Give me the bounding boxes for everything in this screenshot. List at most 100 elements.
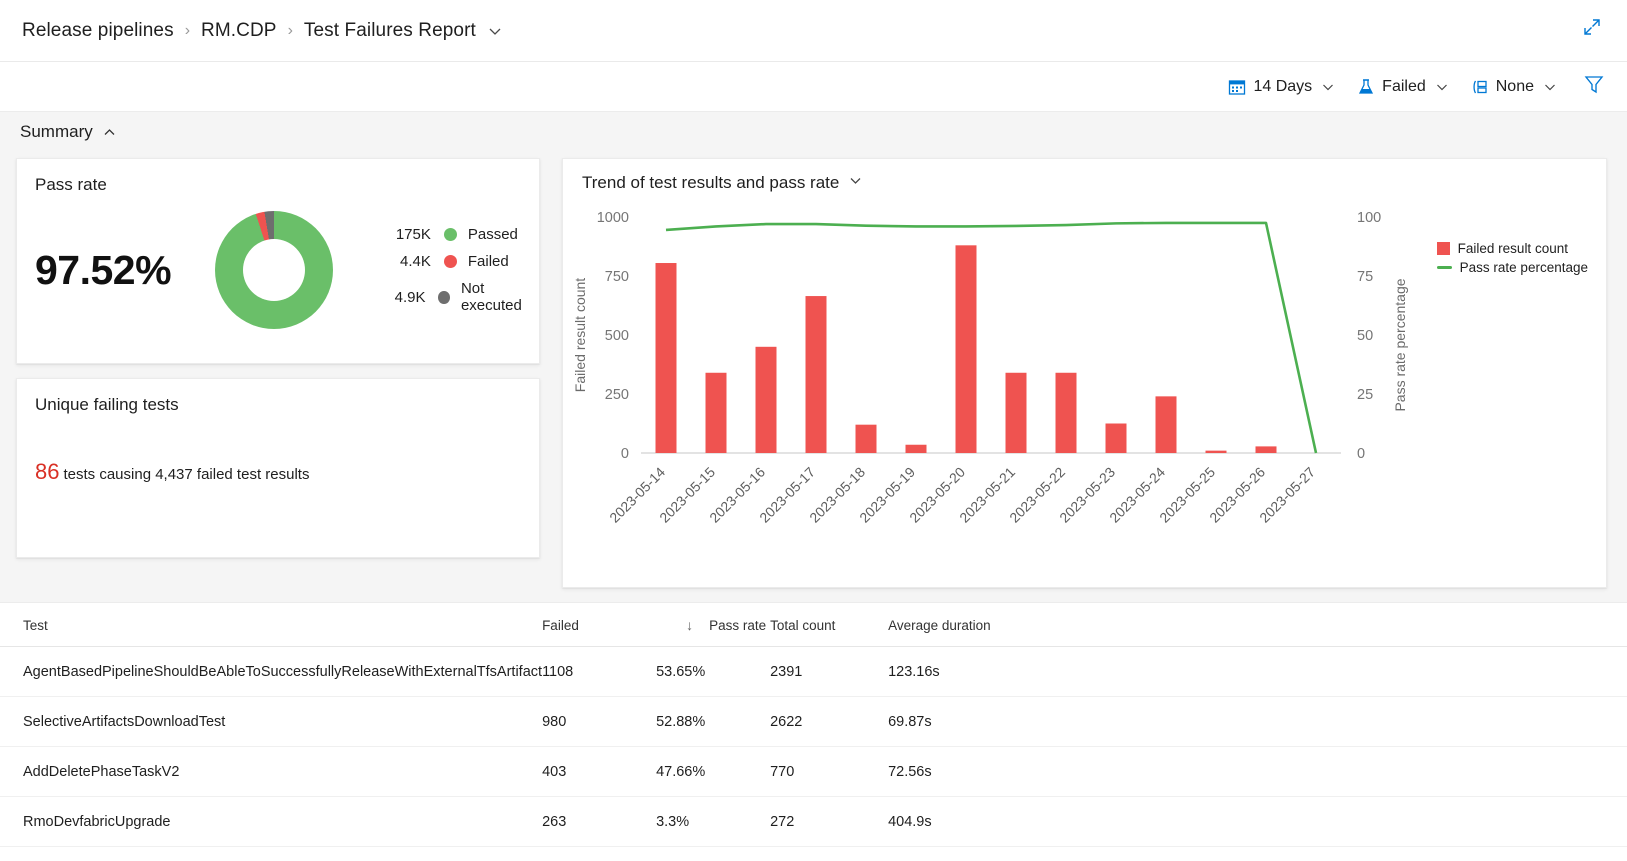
- chart-legend-swatch-line: [1437, 266, 1452, 269]
- table-row[interactable]: RmoDevfabricUpgrade2633.3%272404.9s: [0, 797, 1627, 847]
- calendar-icon: [1228, 78, 1246, 96]
- svg-text:0: 0: [1357, 446, 1365, 462]
- table-row[interactable]: SelectiveArtifactsDownloadTest98052.88%2…: [0, 697, 1627, 747]
- svg-text:Pass rate percentage: Pass rate percentage: [1392, 278, 1408, 411]
- column-header-test[interactable]: Test: [0, 603, 542, 647]
- legend-label-not-executed: Not executed: [461, 280, 539, 314]
- chart-legend-item-failed[interactable]: Failed result count: [1437, 241, 1588, 256]
- pass-rate-card: Pass rate 97.52% 175K Passed 4.4K Failed: [16, 158, 540, 364]
- summary-label: Summary: [20, 122, 93, 142]
- filter-outcome[interactable]: Failed: [1357, 78, 1449, 96]
- chevron-down-icon[interactable]: [487, 23, 503, 39]
- trend-chart-svg: 025050075010000255075100Failed result co…: [563, 193, 1553, 573]
- table-row[interactable]: VariableGroupV223971.64%84366.14s: [0, 847, 1627, 861]
- legend-label-failed: Failed: [468, 253, 509, 270]
- legend-value-failed: 4.4K: [385, 253, 431, 270]
- column-header-total-count[interactable]: Total count: [770, 603, 888, 647]
- test-failures-table: Test Failed ↓ Pass rate Total count Aver…: [0, 603, 1627, 861]
- legend-dot-passed: [444, 228, 457, 241]
- cell-pass-rate: 52.88%: [656, 697, 770, 747]
- filter-funnel-button[interactable]: [1583, 73, 1605, 100]
- cell-failed: 403: [542, 747, 656, 797]
- cell-total-count: 2622: [770, 697, 888, 747]
- svg-text:100: 100: [1357, 210, 1381, 226]
- breadcrumb-item-release-pipelines[interactable]: Release pipelines: [22, 20, 174, 42]
- table-row[interactable]: AddDeletePhaseTaskV240347.66%77072.56s: [0, 747, 1627, 797]
- cell-failed: 239: [542, 847, 656, 861]
- unique-failing-tests-count: 86: [35, 459, 59, 484]
- chevron-up-icon[interactable]: [102, 125, 117, 140]
- filter-period[interactable]: 14 Days: [1228, 78, 1335, 96]
- svg-text:50: 50: [1357, 328, 1373, 344]
- cell-failed: 980: [542, 697, 656, 747]
- cell-test: VariableGroupV2: [0, 847, 542, 861]
- pass-rate-donut-chart: [215, 211, 333, 329]
- column-header-average-duration[interactable]: Average duration: [888, 603, 1627, 647]
- column-header-failed[interactable]: Failed: [542, 603, 656, 647]
- legend-item-failed: 4.4K Failed: [385, 253, 539, 270]
- column-header-pass-rate[interactable]: ↓ Pass rate: [656, 603, 770, 647]
- chart-legend-item-pass-rate[interactable]: Pass rate percentage: [1437, 260, 1588, 275]
- unique-failing-tests-body: 86tests causing 4,437 failed test result…: [17, 415, 539, 485]
- chart-legend-label-failed: Failed result count: [1458, 241, 1568, 256]
- cell-average-duration: 123.16s: [888, 647, 1627, 697]
- breadcrumb-bar: Release pipelines › RM.CDP › Test Failur…: [0, 0, 1627, 62]
- breadcrumb-separator-icon: ›: [288, 22, 293, 40]
- cell-total-count: 272: [770, 797, 888, 847]
- column-header-pass-rate-label: Pass rate: [709, 618, 766, 633]
- trend-chart-plot: 025050075010000255075100Failed result co…: [563, 193, 1606, 573]
- svg-text:Failed result count: Failed result count: [572, 278, 588, 393]
- summary-right-column: Trend of test results and pass rate 0 250…: [562, 158, 1607, 588]
- breadcrumb-item-test-failures-report[interactable]: Test Failures Report: [304, 20, 476, 42]
- legend-item-passed: 175K Passed: [385, 226, 539, 243]
- svg-text:250: 250: [605, 387, 629, 403]
- legend-value-not-executed: 4.9K: [385, 289, 426, 306]
- filter-grouping[interactable]: None: [1471, 78, 1557, 96]
- chart-legend-swatch-bar: [1437, 242, 1450, 255]
- svg-text:500: 500: [605, 328, 629, 344]
- cell-test: RmoDevfabricUpgrade: [0, 797, 542, 847]
- chevron-down-icon[interactable]: [1435, 80, 1449, 94]
- svg-text:0: 0: [621, 446, 629, 462]
- pass-rate-card-title: Pass rate: [17, 159, 539, 195]
- cell-pass-rate: 3.3%: [656, 797, 770, 847]
- chevron-down-icon[interactable]: [848, 173, 863, 193]
- breadcrumb-separator-icon: ›: [185, 22, 190, 40]
- trend-chart-title: Trend of test results and pass rate: [582, 173, 839, 193]
- summary-section-header[interactable]: Summary: [0, 112, 1627, 152]
- unique-failing-tests-description: tests causing 4,437 failed test results: [63, 466, 309, 483]
- filter-grouping-label: None: [1496, 78, 1534, 96]
- legend-dot-not-executed: [438, 291, 449, 304]
- table-header-row: Test Failed ↓ Pass rate Total count Aver…: [0, 603, 1627, 647]
- unique-failing-tests-title: Unique failing tests: [17, 379, 539, 415]
- chevron-down-icon[interactable]: [1321, 80, 1335, 94]
- table-row[interactable]: AgentBasedPipelineShouldBeAbleToSuccessf…: [0, 647, 1627, 697]
- cell-test: SelectiveArtifactsDownloadTest: [0, 697, 542, 747]
- trend-chart-card: Trend of test results and pass rate 0 250…: [562, 158, 1607, 588]
- unique-failing-tests-card: Unique failing tests 86tests causing 4,4…: [16, 378, 540, 558]
- svg-text:1000: 1000: [597, 210, 629, 226]
- breadcrumb-item-rm-cdp[interactable]: RM.CDP: [201, 20, 277, 42]
- trend-chart-title-row[interactable]: Trend of test results and pass rate: [563, 159, 1606, 193]
- cell-total-count: 770: [770, 747, 888, 797]
- chevron-down-icon[interactable]: [1543, 80, 1557, 94]
- filter-period-label: 14 Days: [1253, 78, 1312, 96]
- group-icon: [1471, 78, 1489, 96]
- chart-legend-label-pass-rate: Pass rate percentage: [1460, 260, 1588, 275]
- summary-content: Pass rate 97.52% 175K Passed 4.4K Failed: [0, 152, 1627, 588]
- filter-bar: 14 Days Failed None: [0, 62, 1627, 112]
- expand-icon[interactable]: [1581, 16, 1603, 38]
- pass-rate-value: 97.52%: [35, 247, 215, 294]
- flask-icon: [1357, 78, 1375, 96]
- legend-label-passed: Passed: [468, 226, 518, 243]
- cell-pass-rate: 47.66%: [656, 747, 770, 797]
- cell-total-count: 2391: [770, 647, 888, 697]
- table-header: Test Failed ↓ Pass rate Total count Aver…: [0, 603, 1627, 647]
- legend-item-not-executed: 4.9K Not executed: [385, 280, 539, 314]
- cell-average-duration: 404.9s: [888, 797, 1627, 847]
- test-failures-table-wrapper: Test Failed ↓ Pass rate Total count Aver…: [0, 602, 1627, 861]
- legend-dot-failed: [444, 255, 457, 268]
- cell-average-duration: 66.14s: [888, 847, 1627, 861]
- cell-pass-rate: 71.64%: [656, 847, 770, 861]
- funnel-icon: [1583, 73, 1605, 100]
